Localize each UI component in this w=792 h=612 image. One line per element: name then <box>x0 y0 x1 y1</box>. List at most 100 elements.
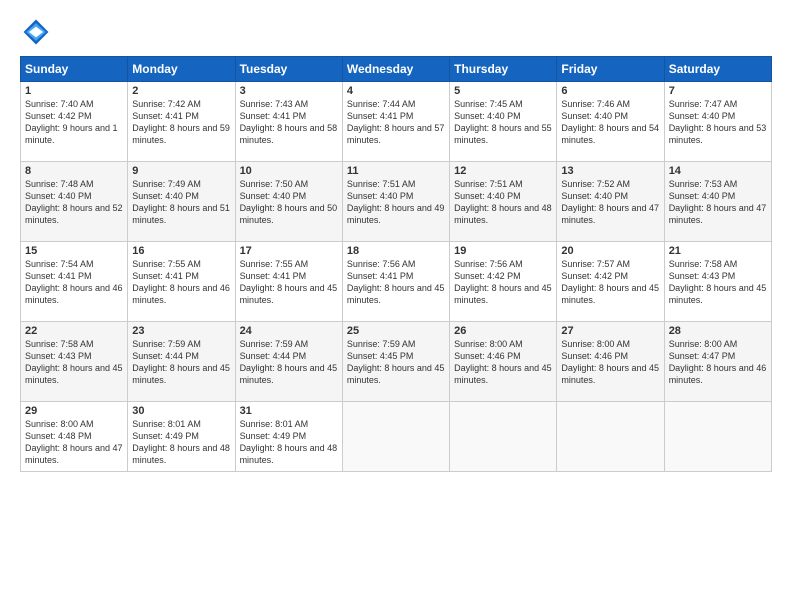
day-number: 20 <box>561 245 659 257</box>
calendar-cell: 31Sunrise: 8:01 AMSunset: 4:49 PMDayligh… <box>235 402 342 472</box>
day-number: 23 <box>132 325 230 337</box>
header-cell-monday: Monday <box>128 57 235 82</box>
header-cell-tuesday: Tuesday <box>235 57 342 82</box>
cell-info: Sunrise: 7:59 AMSunset: 4:44 PMDaylight:… <box>132 338 230 387</box>
day-number: 21 <box>669 245 767 257</box>
calendar-cell: 23Sunrise: 7:59 AMSunset: 4:44 PMDayligh… <box>128 322 235 402</box>
day-number: 2 <box>132 85 230 97</box>
calendar-cell: 30Sunrise: 8:01 AMSunset: 4:49 PMDayligh… <box>128 402 235 472</box>
calendar-cell: 15Sunrise: 7:54 AMSunset: 4:41 PMDayligh… <box>21 242 128 322</box>
calendar-cell: 3Sunrise: 7:43 AMSunset: 4:41 PMDaylight… <box>235 82 342 162</box>
calendar-cell: 16Sunrise: 7:55 AMSunset: 4:41 PMDayligh… <box>128 242 235 322</box>
cell-info: Sunrise: 7:49 AMSunset: 4:40 PMDaylight:… <box>132 178 230 227</box>
day-number: 16 <box>132 245 230 257</box>
calendar-cell: 18Sunrise: 7:56 AMSunset: 4:41 PMDayligh… <box>342 242 449 322</box>
day-number: 27 <box>561 325 659 337</box>
day-number: 6 <box>561 85 659 97</box>
day-number: 7 <box>669 85 767 97</box>
calendar-cell: 9Sunrise: 7:49 AMSunset: 4:40 PMDaylight… <box>128 162 235 242</box>
calendar-cell: 19Sunrise: 7:56 AMSunset: 4:42 PMDayligh… <box>450 242 557 322</box>
week-row-2: 8Sunrise: 7:48 AMSunset: 4:40 PMDaylight… <box>21 162 772 242</box>
calendar-cell: 1Sunrise: 7:40 AMSunset: 4:42 PMDaylight… <box>21 82 128 162</box>
calendar-cell <box>342 402 449 472</box>
calendar-cell: 7Sunrise: 7:47 AMSunset: 4:40 PMDaylight… <box>664 82 771 162</box>
calendar-cell: 2Sunrise: 7:42 AMSunset: 4:41 PMDaylight… <box>128 82 235 162</box>
calendar-cell: 24Sunrise: 7:59 AMSunset: 4:44 PMDayligh… <box>235 322 342 402</box>
cell-info: Sunrise: 7:58 AMSunset: 4:43 PMDaylight:… <box>669 258 767 307</box>
day-number: 18 <box>347 245 445 257</box>
cell-info: Sunrise: 7:54 AMSunset: 4:41 PMDaylight:… <box>25 258 123 307</box>
cell-info: Sunrise: 7:40 AMSunset: 4:42 PMDaylight:… <box>25 98 123 147</box>
day-number: 1 <box>25 85 123 97</box>
week-row-5: 29Sunrise: 8:00 AMSunset: 4:48 PMDayligh… <box>21 402 772 472</box>
calendar-cell: 4Sunrise: 7:44 AMSunset: 4:41 PMDaylight… <box>342 82 449 162</box>
week-row-3: 15Sunrise: 7:54 AMSunset: 4:41 PMDayligh… <box>21 242 772 322</box>
calendar-cell: 28Sunrise: 8:00 AMSunset: 4:47 PMDayligh… <box>664 322 771 402</box>
header-cell-wednesday: Wednesday <box>342 57 449 82</box>
day-number: 19 <box>454 245 552 257</box>
cell-info: Sunrise: 7:56 AMSunset: 4:41 PMDaylight:… <box>347 258 445 307</box>
cell-info: Sunrise: 7:56 AMSunset: 4:42 PMDaylight:… <box>454 258 552 307</box>
cell-info: Sunrise: 7:42 AMSunset: 4:41 PMDaylight:… <box>132 98 230 147</box>
day-number: 22 <box>25 325 123 337</box>
header <box>20 16 772 48</box>
calendar-cell: 6Sunrise: 7:46 AMSunset: 4:40 PMDaylight… <box>557 82 664 162</box>
cell-info: Sunrise: 8:01 AMSunset: 4:49 PMDaylight:… <box>132 418 230 467</box>
calendar-cell: 29Sunrise: 8:00 AMSunset: 4:48 PMDayligh… <box>21 402 128 472</box>
cell-info: Sunrise: 7:50 AMSunset: 4:40 PMDaylight:… <box>240 178 338 227</box>
cell-info: Sunrise: 8:00 AMSunset: 4:48 PMDaylight:… <box>25 418 123 467</box>
day-number: 30 <box>132 405 230 417</box>
day-number: 25 <box>347 325 445 337</box>
cell-info: Sunrise: 7:43 AMSunset: 4:41 PMDaylight:… <box>240 98 338 147</box>
header-cell-sunday: Sunday <box>21 57 128 82</box>
calendar-cell: 20Sunrise: 7:57 AMSunset: 4:42 PMDayligh… <box>557 242 664 322</box>
cell-info: Sunrise: 7:44 AMSunset: 4:41 PMDaylight:… <box>347 98 445 147</box>
day-number: 8 <box>25 165 123 177</box>
cell-info: Sunrise: 7:53 AMSunset: 4:40 PMDaylight:… <box>669 178 767 227</box>
cell-info: Sunrise: 7:58 AMSunset: 4:43 PMDaylight:… <box>25 338 123 387</box>
week-row-4: 22Sunrise: 7:58 AMSunset: 4:43 PMDayligh… <box>21 322 772 402</box>
day-number: 28 <box>669 325 767 337</box>
cell-info: Sunrise: 7:51 AMSunset: 4:40 PMDaylight:… <box>454 178 552 227</box>
header-cell-thursday: Thursday <box>450 57 557 82</box>
cell-info: Sunrise: 7:57 AMSunset: 4:42 PMDaylight:… <box>561 258 659 307</box>
calendar-cell <box>557 402 664 472</box>
day-number: 10 <box>240 165 338 177</box>
cell-info: Sunrise: 8:00 AMSunset: 4:46 PMDaylight:… <box>561 338 659 387</box>
day-number: 17 <box>240 245 338 257</box>
cell-info: Sunrise: 7:46 AMSunset: 4:40 PMDaylight:… <box>561 98 659 147</box>
cell-info: Sunrise: 7:55 AMSunset: 4:41 PMDaylight:… <box>240 258 338 307</box>
day-number: 26 <box>454 325 552 337</box>
week-row-1: 1Sunrise: 7:40 AMSunset: 4:42 PMDaylight… <box>21 82 772 162</box>
day-number: 3 <box>240 85 338 97</box>
day-number: 12 <box>454 165 552 177</box>
cell-info: Sunrise: 7:48 AMSunset: 4:40 PMDaylight:… <box>25 178 123 227</box>
page: SundayMondayTuesdayWednesdayThursdayFrid… <box>0 0 792 612</box>
day-number: 15 <box>25 245 123 257</box>
cell-info: Sunrise: 8:01 AMSunset: 4:49 PMDaylight:… <box>240 418 338 467</box>
header-row: SundayMondayTuesdayWednesdayThursdayFrid… <box>21 57 772 82</box>
header-cell-saturday: Saturday <box>664 57 771 82</box>
calendar-cell: 22Sunrise: 7:58 AMSunset: 4:43 PMDayligh… <box>21 322 128 402</box>
calendar-cell: 25Sunrise: 7:59 AMSunset: 4:45 PMDayligh… <box>342 322 449 402</box>
calendar-cell: 12Sunrise: 7:51 AMSunset: 4:40 PMDayligh… <box>450 162 557 242</box>
cell-info: Sunrise: 7:47 AMSunset: 4:40 PMDaylight:… <box>669 98 767 147</box>
calendar-cell: 8Sunrise: 7:48 AMSunset: 4:40 PMDaylight… <box>21 162 128 242</box>
day-number: 4 <box>347 85 445 97</box>
day-number: 9 <box>132 165 230 177</box>
calendar-cell: 17Sunrise: 7:55 AMSunset: 4:41 PMDayligh… <box>235 242 342 322</box>
logo-icon <box>20 16 52 48</box>
cell-info: Sunrise: 7:51 AMSunset: 4:40 PMDaylight:… <box>347 178 445 227</box>
day-number: 14 <box>669 165 767 177</box>
calendar-cell: 10Sunrise: 7:50 AMSunset: 4:40 PMDayligh… <box>235 162 342 242</box>
cell-info: Sunrise: 7:59 AMSunset: 4:44 PMDaylight:… <box>240 338 338 387</box>
day-number: 13 <box>561 165 659 177</box>
calendar-cell: 11Sunrise: 7:51 AMSunset: 4:40 PMDayligh… <box>342 162 449 242</box>
calendar-cell: 26Sunrise: 8:00 AMSunset: 4:46 PMDayligh… <box>450 322 557 402</box>
logo <box>20 16 56 48</box>
calendar-cell: 13Sunrise: 7:52 AMSunset: 4:40 PMDayligh… <box>557 162 664 242</box>
calendar-cell: 27Sunrise: 8:00 AMSunset: 4:46 PMDayligh… <box>557 322 664 402</box>
calendar-cell: 5Sunrise: 7:45 AMSunset: 4:40 PMDaylight… <box>450 82 557 162</box>
cell-info: Sunrise: 7:52 AMSunset: 4:40 PMDaylight:… <box>561 178 659 227</box>
calendar-cell <box>664 402 771 472</box>
